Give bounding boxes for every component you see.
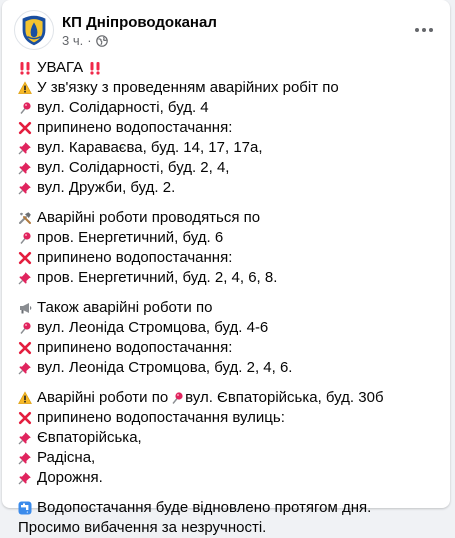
post-line-text: припинено водопостачання:: [37, 339, 233, 356]
pushpin-icon: [18, 451, 32, 465]
post-line: Просимо вибачення за незручності.: [18, 518, 440, 538]
post-line: Аварійні роботи по вул. Євпаторійська, бу…: [18, 388, 440, 408]
pin-icon: [18, 231, 32, 245]
post-line-text: Радісна,: [37, 449, 96, 466]
pin-icon: [18, 321, 32, 335]
double-exclamation-icon: [88, 61, 102, 75]
post-line: припинено водопостачання:: [18, 118, 440, 138]
post-line: Аварійні роботи проводяться по: [18, 208, 440, 228]
pushpin-icon: [18, 431, 32, 445]
page-name[interactable]: КП Дніпроводоканал: [62, 14, 217, 31]
post-line: припинено водопостачання вулиць:: [18, 408, 440, 428]
pin-icon: [170, 391, 184, 405]
post-line-text: Аварійні роботи проводяться по: [37, 209, 261, 226]
post-line-text: вул. Євпаторійська, буд. 30б: [185, 389, 384, 406]
pushpin-icon: [18, 271, 32, 285]
post-line: Радісна,: [18, 448, 440, 468]
more-options-icon: [415, 28, 433, 32]
post-line-text: вул. Солідарності, буд. 2, 4,: [37, 159, 230, 176]
pushpin-icon: [18, 141, 32, 155]
double-exclamation-icon: [18, 61, 32, 75]
post-body: УВАГА У зв'язку з проведенням аварійних р…: [18, 58, 440, 538]
post-line: вул. Леоніда Стромцова, буд. 2, 4, 6.: [18, 358, 440, 378]
post-line: Також аварійні роботи по: [18, 298, 440, 318]
post-line: вул. Солідарності, буд. 4: [18, 98, 440, 118]
post-line: пров. Енергетичний, буд. 6: [18, 228, 440, 248]
page-avatar[interactable]: [14, 10, 54, 50]
tools-icon: [18, 211, 32, 225]
post-line-text: вул. Караваєва, буд. 14, 17, 17а,: [37, 139, 263, 156]
pushpin-icon: [18, 181, 32, 195]
post-line-text: Просимо вибачення за незручності.: [18, 519, 267, 536]
cross-mark-icon: [18, 251, 32, 265]
cross-mark-icon: [18, 121, 32, 135]
post-line: вул. Караваєва, буд. 14, 17, 17а,: [18, 138, 440, 158]
post-header: КП Дніпроводоканал 3 ч. ·: [14, 10, 438, 54]
post-line-text: Євпаторійська,: [37, 429, 142, 446]
post-time[interactable]: 3 ч.: [62, 33, 83, 48]
post-meta: 3 ч. ·: [62, 33, 108, 48]
post-line-text: Дорожня.: [37, 469, 103, 486]
pushpin-icon: [18, 361, 32, 375]
post-line-text: Водопостачання буде відновлено протягом …: [37, 499, 372, 516]
post-card: КП Дніпроводоканал 3 ч. · УВАГА У зв'язку…: [2, 0, 450, 536]
post-line-text: припинено водопостачання:: [37, 119, 233, 136]
water-tap-icon: [18, 501, 32, 515]
post-line: Водопостачання буде відновлено протягом …: [18, 498, 440, 518]
post-line-text: УВАГА: [37, 59, 84, 76]
post-line-text: припинено водопостачання:: [37, 249, 233, 266]
post-line-text: вул. Леоніда Стромцова, буд. 4-6: [37, 319, 269, 336]
post-line: припинено водопостачання:: [18, 248, 440, 268]
post-line: УВАГА: [18, 58, 440, 78]
post-line-text: пров. Енергетичний, буд. 2, 4, 6, 8.: [37, 269, 278, 286]
more-options-button[interactable]: [410, 16, 438, 44]
post-line-text: Аварійні роботи по: [37, 389, 169, 406]
pin-icon: [18, 101, 32, 115]
warning-icon: [18, 81, 32, 95]
post-line-text: вул. Солідарності, буд. 4: [37, 99, 209, 116]
cross-mark-icon: [18, 411, 32, 425]
post-line-text: пров. Енергетичний, буд. 6: [37, 229, 224, 246]
post-line-text: вул. Леоніда Стромцова, буд. 2, 4, 6.: [37, 359, 293, 376]
post-line: припинено водопостачання:: [18, 338, 440, 358]
post-line-text: У зв'язку з проведенням аварійних робіт …: [37, 79, 339, 96]
megaphone-icon: [18, 301, 32, 315]
meta-separator: ·: [87, 33, 92, 48]
post-line-text: вул. Дружби, буд. 2.: [37, 179, 176, 196]
cross-mark-icon: [18, 341, 32, 355]
post-line: Євпаторійська,: [18, 428, 440, 448]
post-line: вул. Леоніда Стромцова, буд. 4-6: [18, 318, 440, 338]
pushpin-icon: [18, 161, 32, 175]
post-line: У зв'язку з проведенням аварійних робіт …: [18, 78, 440, 98]
post-line: пров. Енергетичний, буд. 2, 4, 6, 8.: [18, 268, 440, 288]
dniprovodokanal-logo-icon: [15, 11, 53, 49]
warning-icon: [18, 391, 32, 405]
globe-icon: [95, 34, 108, 47]
post-line: Дорожня.: [18, 468, 440, 488]
post-line: вул. Солідарності, буд. 2, 4,: [18, 158, 440, 178]
pushpin-icon: [18, 471, 32, 485]
post-line: вул. Дружби, буд. 2.: [18, 178, 440, 198]
post-line-text: Також аварійні роботи по: [37, 299, 213, 316]
post-line-text: припинено водопостачання вулиць:: [37, 409, 285, 426]
